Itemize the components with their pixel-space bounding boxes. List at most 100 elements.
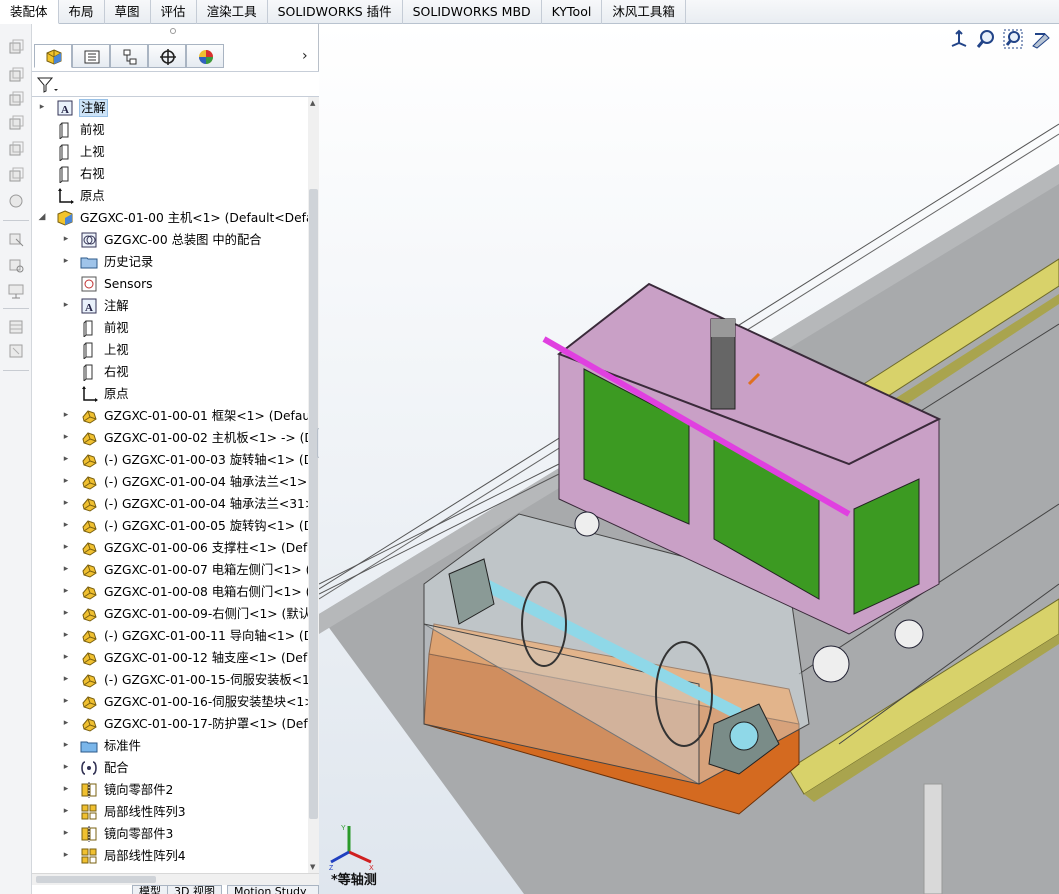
tree-item[interactable]: ▸ GZGXC-01-00-17-防护罩<1> (Defa [32,713,308,735]
ribbon-tab[interactable]: 草图 [105,0,151,24]
tree-item[interactable]: ▸ 镜向零部件2 [32,779,308,801]
tree-item[interactable]: 原点 [32,185,308,207]
tree-item[interactable]: ▸ GZGXC-01-00-09-右侧门<1> (默认- [32,603,308,625]
bottom-tab[interactable]: 3D 视图 [167,885,222,894]
tree-item[interactable]: ▸ (-) GZGXC-01-00-04 轴承法兰<31> [32,493,308,515]
tree-item[interactable]: ▸ GZGXC-01-00-12 轴支座<1> (Defa [32,647,308,669]
expand-arrow-icon[interactable]: ▸ [60,453,72,465]
tree-horizontal-scrollbar[interactable] [32,873,319,885]
tree-item[interactable]: 上视 [32,339,308,361]
scrollbar-thumb[interactable] [309,189,318,819]
expand-arrow-icon[interactable]: ▸ [60,255,72,267]
reference-geometry-icon[interactable] [7,256,25,274]
ribbon-tab[interactable]: 布局 [59,0,105,24]
tree-item[interactable]: ▸ A 注解 [32,295,308,317]
ribbon-tab[interactable]: 评估 [151,0,197,24]
ribbon-tab[interactable]: 沐风工具箱 [602,0,686,24]
tree-item[interactable]: 右视 [32,361,308,383]
tree-item[interactable]: ▸ 局部线性阵列3 [32,801,308,823]
tree-item[interactable]: ◢ GZGXC-01-00 主机<1> (Default<Defau [32,207,308,229]
ribbon-tab[interactable]: 装配体 [0,0,59,24]
expand-arrow-icon[interactable]: ▸ [60,717,72,729]
tab-display-manager[interactable] [186,44,224,68]
tree-item[interactable]: ▸ 局部线性阵列4 [32,845,308,867]
zoom-to-area-icon[interactable] [1002,28,1024,50]
tree-item[interactable]: ▸ GZGXC-01-00-07 电箱左侧门<1> (默 [32,559,308,581]
mate-icon[interactable] [7,90,25,108]
expand-arrow-icon[interactable]: ▸ [60,673,72,685]
tab-configuration-manager[interactable] [110,44,148,68]
tree-item[interactable]: 上视 [32,141,308,163]
expand-arrow-icon[interactable]: ▸ [60,629,72,641]
tree-item[interactable]: ▸ (-) GZGXC-01-00-15-伺服安装板<1> [32,669,308,691]
tree-item[interactable]: ▸ 标准件 [32,735,308,757]
zoom-to-fit-icon[interactable] [975,28,997,50]
linear-pattern-command-icon[interactable] [7,114,25,132]
ribbon-tab[interactable]: SOLIDWORKS MBD [403,0,542,24]
bottom-tab[interactable]: Motion Study 1 [227,885,319,894]
expand-arrow-icon[interactable]: ▸ [60,541,72,553]
scroll-down-icon[interactable]: ▼ [310,863,315,871]
expand-arrow-icon[interactable]: ▸ [60,783,72,795]
expand-arrow-icon[interactable]: ▸ [60,695,72,707]
ribbon-tab[interactable]: SOLIDWORKS 插件 [268,0,403,24]
expand-arrow-icon[interactable]: ▸ [60,475,72,487]
tree-item[interactable]: 右视 [32,163,308,185]
tree-item[interactable]: ▸ GZGXC-01-00-02 主机板<1> -> (De [32,427,308,449]
expand-arrow-icon[interactable]: ▸ [60,827,72,839]
expand-arrow-icon[interactable]: ▸ [36,101,48,113]
tree-item[interactable]: ▸ GZGXC-01-00-06 支撑柱<1> (Defa [32,537,308,559]
expand-arrow-icon[interactable]: ▸ [60,651,72,663]
tree-item[interactable]: ▸ 历史记录 [32,251,308,273]
expand-arrow-icon[interactable]: ▸ [60,585,72,597]
tree-item[interactable]: ▸ (-) GZGXC-01-00-03 旋转轴<1> (De [32,449,308,471]
view-orientation-icon[interactable] [948,28,970,50]
tab-property-manager[interactable] [72,44,110,68]
tree-item[interactable]: 前视 [32,317,308,339]
graphics-area[interactable]: Y X Z *等轴测 [319,24,1059,894]
panel-grip[interactable] [170,28,176,34]
expand-arrow-icon[interactable]: ▸ [60,409,72,421]
expand-arrow-icon[interactable]: ▸ [60,607,72,619]
bottom-tab[interactable]: 模型 [132,885,168,894]
tree-filter[interactable] [32,71,319,97]
tree-item[interactable]: ▸ GZGXC-00 总装图 中的配合 [32,229,308,251]
tree-item[interactable]: ▸ 配合 [32,757,308,779]
expand-arrow-icon[interactable]: ▸ [60,299,72,311]
tree-item[interactable]: ▸ (-) GZGXC-01-00-05 旋转钩<1> (De [32,515,308,537]
tree-item[interactable]: ▸ (-) GZGXC-01-00-11 导向轴<1> (De [32,625,308,647]
ribbon-tab[interactable]: KYTool [542,0,603,24]
expand-arrow-icon[interactable]: ▸ [60,849,72,861]
new-motion-study-icon[interactable] [7,282,25,300]
chevron-right-icon[interactable]: › [302,48,308,64]
ribbon-tab[interactable]: 渲染工具 [197,0,268,24]
expand-arrow-icon[interactable]: ▸ [60,431,72,443]
expand-arrow-icon[interactable]: ▸ [60,519,72,531]
expand-arrow-icon[interactable]: ▸ [60,739,72,751]
expand-arrow-icon[interactable]: ▸ [60,233,72,245]
tab-feature-manager[interactable] [34,44,72,68]
exploded-view-icon[interactable] [7,342,25,360]
show-hidden-icon[interactable] [7,192,25,210]
expand-arrow-icon[interactable]: ▸ [60,497,72,509]
tree-item[interactable]: ▸ GZGXC-01-00-01 框架<1> (Default [32,405,308,427]
collapse-arrow-icon[interactable]: ◢ [36,211,48,223]
tree-item[interactable]: ▸ GZGXC-01-00-16-伺服安装垫块<1> [32,691,308,713]
tree-item[interactable]: 前视 [32,119,308,141]
tree-item[interactable]: ▸ (-) GZGXC-01-00-04 轴承法兰<1> ( [32,471,308,493]
expand-arrow-icon[interactable]: ▸ [60,563,72,575]
section-view-icon[interactable] [1029,28,1051,50]
expand-arrow-icon[interactable]: ▸ [60,805,72,817]
tree-item[interactable]: Sensors [32,273,308,295]
tree-item[interactable]: 原点 [32,383,308,405]
filter-icon[interactable] [36,75,60,95]
tree-item[interactable]: ▸ A 注解 [32,97,308,119]
tree-vertical-scrollbar[interactable]: ▲ ▼ [308,97,319,873]
assembly-features-icon[interactable] [7,230,25,248]
expand-arrow-icon[interactable]: ▸ [60,761,72,773]
smart-fastener-icon[interactable] [7,140,25,158]
tab-dimxpert-manager[interactable] [148,44,186,68]
scrollbar-thumb[interactable] [36,876,156,883]
move-component-icon[interactable] [7,166,25,184]
bill-of-materials-icon[interactable] [7,318,25,336]
